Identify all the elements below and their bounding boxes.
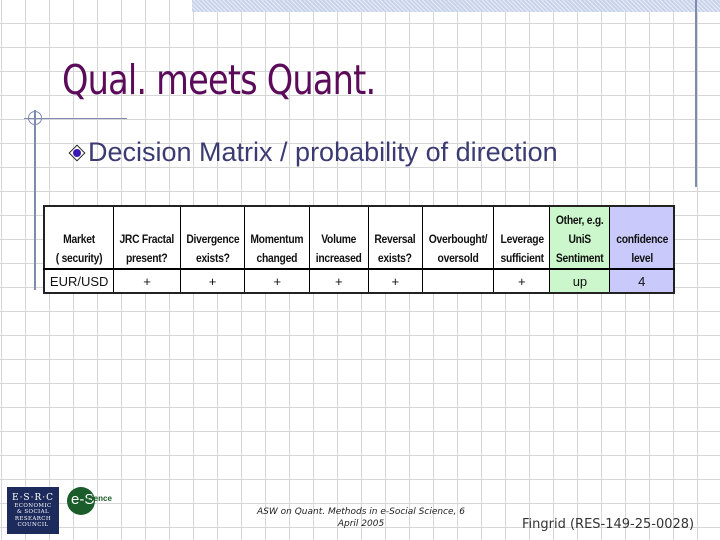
cell-volume: + bbox=[309, 268, 369, 294]
table-row: EUR/USD + + + + + + up 4 bbox=[43, 268, 675, 294]
diamond-bullet-icon bbox=[68, 144, 86, 161]
header-jrc-fractal: JRC Fractal present? bbox=[113, 205, 181, 270]
esrc-logo: E·S·R·C ECONOMIC & SOCIAL RESEARCH COUNC… bbox=[7, 487, 59, 534]
escience-logo: e-S cience nesc bbox=[67, 487, 117, 519]
header-divergence: Divergence exists? bbox=[179, 205, 246, 270]
header-overbought: Overbought/oversold bbox=[422, 205, 495, 270]
cell-jrc-fractal: + bbox=[113, 268, 181, 294]
cell-divergence: + bbox=[179, 268, 246, 294]
cell-leverage: + bbox=[493, 268, 551, 294]
decorative-right-line bbox=[695, 0, 697, 187]
cell-reversal: + bbox=[367, 268, 424, 294]
bullet-item: Decision Matrix / probability of directi… bbox=[68, 137, 558, 168]
decorative-circle bbox=[28, 111, 42, 125]
decision-matrix-table: Market( security) JRC Fractal present? Di… bbox=[43, 205, 675, 294]
slide-title: Qual. meets Quant. bbox=[62, 56, 376, 104]
header-sentiment: Other, e.g. UniS Sentiment bbox=[549, 205, 611, 270]
header-momentum: Momentum changed bbox=[244, 205, 311, 270]
decorative-top-band bbox=[192, 0, 720, 12]
header-leverage: Leverage sufficient bbox=[493, 205, 551, 270]
header-reversal: Reversal exists? bbox=[367, 205, 424, 270]
cell-sentiment: up bbox=[549, 268, 611, 294]
cell-overbought bbox=[422, 268, 495, 294]
footer-grant: Fingrid (RES-149-25-0028) bbox=[522, 517, 695, 532]
cell-market: EUR/USD bbox=[43, 268, 115, 294]
cell-confidence: 4 bbox=[609, 268, 675, 294]
cell-momentum: + bbox=[244, 268, 311, 294]
bullet-text: Decision Matrix / probability of directi… bbox=[88, 137, 558, 167]
header-volume: Volume increased bbox=[309, 205, 369, 270]
decorative-left-line bbox=[34, 110, 36, 290]
header-confidence: confidence level bbox=[609, 205, 675, 270]
footer-event: ASW on Quant. Methods in e-Social Scienc… bbox=[257, 507, 465, 529]
header-market: Market( security) bbox=[43, 205, 115, 270]
table-header-row: Market( security) JRC Fractal present? Di… bbox=[43, 205, 675, 270]
